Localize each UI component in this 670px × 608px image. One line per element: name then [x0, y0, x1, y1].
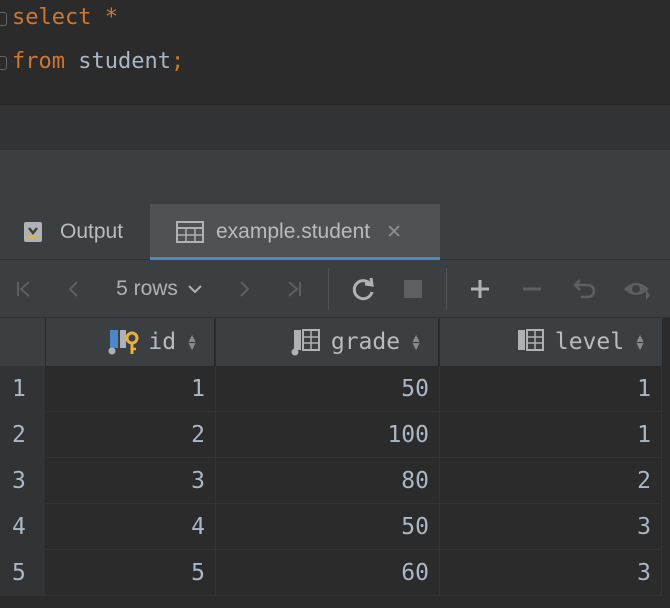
refresh-icon[interactable] [346, 260, 380, 318]
code-line-1: select * [12, 5, 118, 30]
cell-id[interactable]: 5 [46, 550, 216, 596]
cell-grade[interactable]: 50 [216, 366, 440, 412]
results-tab-bar: Output example.student ✕ [0, 204, 670, 260]
row-number: 2 [0, 412, 45, 458]
next-page-icon[interactable] [228, 260, 260, 318]
tab-output-label: Output [60, 220, 124, 243]
results-grid: id ▲ ▼ grade ▲ ▼ level ▲ ▼ 1 1 50 1 2 2 … [0, 318, 670, 608]
cell-grade[interactable]: 60 [216, 550, 440, 596]
add-row-icon[interactable] [464, 260, 496, 318]
results-toolbar: 5 rows [0, 260, 670, 318]
row-number-header [0, 318, 45, 366]
toolbar-separator [328, 268, 329, 310]
cell-id[interactable]: 1 [46, 366, 216, 412]
semicolon: ; [170, 49, 185, 74]
row-number: 3 [0, 458, 45, 504]
chevron-down-icon [188, 285, 202, 294]
stop-icon[interactable] [398, 260, 428, 318]
cell-grade[interactable]: 50 [216, 504, 440, 550]
cell-grade[interactable]: 100 [216, 412, 440, 458]
cell-id[interactable]: 2 [46, 412, 216, 458]
keyword-from: from [12, 49, 65, 74]
table-row[interactable]: 4 4 50 3 [0, 504, 670, 550]
fold-marker-icon[interactable] [0, 12, 7, 26]
cell-level[interactable]: 3 [440, 504, 662, 550]
table-identifier: student [64, 49, 171, 74]
column-header-level[interactable]: level ▲ ▼ [440, 318, 662, 366]
column-header-grade-label: grade [330, 329, 401, 355]
tab-example-student[interactable]: example.student ✕ [150, 204, 440, 260]
sort-icon[interactable]: ▲ ▼ [186, 332, 198, 352]
last-page-icon[interactable] [278, 260, 310, 318]
column-icon [291, 328, 323, 356]
sort-icon[interactable]: ▲ ▼ [410, 332, 422, 352]
tab-output[interactable]: Output [0, 204, 150, 260]
column-header-level-label: level [554, 329, 625, 355]
column-icon [515, 328, 547, 356]
rows-count-label: 5 rows [116, 277, 178, 300]
asterisk: * [91, 5, 118, 30]
services-panel-header [0, 149, 670, 204]
tab-example-student-label: example.student [216, 220, 371, 243]
primary-key-column-icon [108, 328, 142, 356]
toolbar-separator [446, 268, 447, 310]
fold-marker-icon[interactable] [0, 56, 7, 70]
previous-page-icon[interactable] [58, 260, 90, 318]
table-row[interactable]: 2 2 100 1 [0, 412, 670, 458]
row-number: 1 [0, 366, 45, 412]
code-line-2: from student; [12, 49, 184, 74]
close-icon[interactable]: ✕ [386, 221, 402, 244]
row-number: 4 [0, 504, 45, 550]
output-icon [22, 220, 44, 244]
table-row[interactable]: 3 3 80 2 [0, 458, 670, 504]
preview-icon[interactable] [620, 260, 654, 318]
cell-id[interactable]: 3 [46, 458, 216, 504]
cell-id[interactable]: 4 [46, 504, 216, 550]
column-header-grade[interactable]: grade ▲ ▼ [216, 318, 438, 366]
cell-level[interactable]: 1 [440, 412, 662, 458]
column-header-id-label: id [148, 329, 177, 355]
sort-icon[interactable]: ▲ ▼ [634, 332, 646, 352]
column-header-id[interactable]: id ▲ ▼ [46, 318, 214, 366]
row-number: 5 [0, 550, 45, 596]
cell-level[interactable]: 2 [440, 458, 662, 504]
rows-count-dropdown[interactable]: 5 rows [104, 260, 216, 318]
table-icon [176, 221, 204, 243]
editor-footer [0, 105, 670, 149]
revert-icon[interactable] [568, 260, 602, 318]
keyword-select: select [12, 5, 92, 30]
cell-level[interactable]: 1 [440, 366, 662, 412]
first-page-icon[interactable] [8, 260, 40, 318]
cell-level[interactable]: 3 [440, 550, 662, 596]
sql-editor[interactable]: select * from student; [0, 0, 670, 104]
delete-row-icon[interactable] [516, 260, 548, 318]
cell-grade[interactable]: 80 [216, 458, 440, 504]
table-row[interactable]: 5 5 60 3 [0, 550, 670, 596]
table-row[interactable]: 1 1 50 1 [0, 366, 670, 412]
